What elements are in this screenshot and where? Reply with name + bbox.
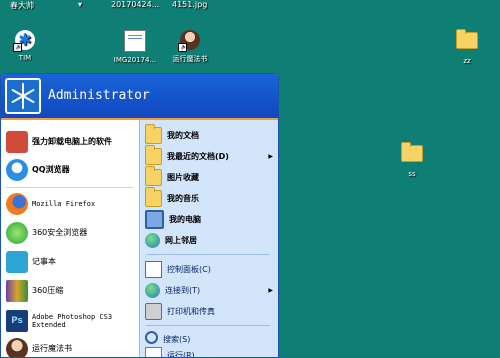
place-label: 搜索(S) (163, 334, 190, 345)
360-zip-icon (6, 280, 28, 302)
desktop-icon-label: zz (437, 57, 497, 65)
program-photoshop[interactable]: Ps Adobe Photoshop CS3 Extended (1, 307, 139, 335)
desktop-icon-label: TIM (0, 54, 55, 62)
uninstaller-icon (6, 131, 28, 153)
program-label: 记事本 (32, 257, 56, 266)
tim-icon: ↗ (15, 30, 35, 50)
place-label: 网上邻居 (165, 235, 197, 246)
snowflake-icon (7, 80, 39, 112)
desktop-icon-img[interactable]: IMG20174... (105, 30, 165, 64)
places-pane: 我的文档 我最近的文档(D) ▶ 图片收藏 我的音乐 我的电脑 网上邻居 (139, 120, 279, 357)
place-connect-to[interactable]: 连接到(T) ▶ (145, 281, 273, 299)
program-firefox[interactable]: Mozilla Firefox (1, 191, 139, 217)
program-360-zip[interactable]: 360压缩 (1, 278, 139, 304)
program-label: 运行魔法书 (32, 344, 72, 353)
connect-icon (145, 283, 160, 298)
place-label: 我的电脑 (169, 214, 201, 225)
program-notepad[interactable]: 记事本 (1, 249, 139, 275)
place-run[interactable]: 运行(R)... (145, 349, 273, 358)
network-icon (145, 233, 160, 248)
user-avatar[interactable] (5, 78, 41, 114)
place-network[interactable]: 网上邻居 (145, 231, 273, 249)
program-label: 强力卸载电脑上的软件 (32, 137, 112, 146)
top-label-2[interactable]: ▾ (78, 0, 82, 9)
desktop-icon-ss[interactable]: ss (382, 145, 442, 178)
place-label: 控制面板(C) (167, 264, 211, 275)
top-row-labels: 春大帅 ▾ 20170424... 4151.jpg (0, 0, 500, 12)
program-uninstaller[interactable]: 强力卸载电脑上的软件 (1, 130, 139, 154)
360-browser-icon (6, 222, 28, 244)
image-file-icon (124, 30, 146, 52)
top-label-1[interactable]: 春大帅 (10, 0, 34, 11)
photoshop-icon: Ps (6, 310, 28, 332)
program-360-browser[interactable]: 360安全浏览器 (1, 220, 139, 246)
desktop-icon-tim[interactable]: ↗ TIM (0, 30, 55, 62)
program-label: Adobe Photoshop CS3 Extended (32, 313, 127, 329)
firefox-icon (6, 193, 28, 215)
folder-icon (401, 145, 423, 162)
divider (146, 254, 270, 255)
place-printers[interactable]: 打印机和传真 (145, 302, 273, 320)
place-my-computer[interactable]: 我的电脑 (145, 210, 273, 228)
place-label: 运行(R)... (167, 350, 202, 358)
printer-icon (145, 303, 162, 320)
program-label: QQ浏览器 (32, 165, 70, 174)
program-qq-browser[interactable]: QQ浏览器 (1, 158, 139, 182)
qq-browser-icon (6, 159, 28, 181)
program-label: Mozilla Firefox (32, 200, 95, 208)
user-name: Administrator (48, 88, 150, 103)
folder-icon (145, 127, 162, 144)
control-panel-icon (145, 261, 162, 278)
place-my-pictures[interactable]: 图片收藏 (145, 168, 273, 186)
program-magic-book[interactable]: 运行魔法书 (1, 338, 139, 358)
place-my-music[interactable]: 我的音乐 (145, 189, 273, 207)
place-recent-documents[interactable]: 我最近的文档(D) ▶ (145, 147, 273, 165)
pictures-folder-icon (145, 169, 162, 186)
program-label: 360安全浏览器 (32, 228, 87, 237)
folder-icon (456, 32, 478, 49)
magic-book-icon (6, 338, 28, 358)
run-icon (145, 347, 162, 358)
place-label: 图片收藏 (167, 172, 199, 183)
submenu-arrow-icon: ▶ (268, 287, 273, 294)
desktop-icon-zz[interactable]: zz (437, 32, 497, 65)
place-label: 我的音乐 (167, 193, 199, 204)
program-label: 360压缩 (32, 286, 63, 295)
notepad-icon (6, 251, 28, 273)
desktop-icon-label: ss (382, 170, 442, 178)
place-label: 打印机和传真 (167, 306, 215, 317)
place-search[interactable]: 搜索(S) (145, 330, 273, 348)
music-folder-icon (145, 190, 162, 207)
divider (5, 187, 133, 188)
desktop: 春大帅 ▾ 20170424... 4151.jpg ↗ TIM IMG2017… (0, 0, 500, 356)
place-label: 我的文档 (167, 130, 199, 141)
divider (146, 325, 270, 326)
place-my-documents[interactable]: 我的文档 (145, 126, 273, 144)
submenu-arrow-icon: ▶ (268, 153, 273, 160)
start-menu-header: Administrator (1, 74, 278, 120)
desktop-icon-label: IMG20174... (105, 56, 165, 64)
top-label-3[interactable]: 20170424... (111, 0, 159, 9)
magic-book-icon: ↗ (180, 30, 200, 50)
place-control-panel[interactable]: 控制面板(C) (145, 260, 273, 278)
computer-icon (145, 210, 164, 229)
start-menu: Administrator 强力卸载电脑上的软件 QQ浏览器 Mozilla F… (0, 73, 279, 358)
recent-folder-icon (145, 148, 162, 165)
desktop-icon-magic-book[interactable]: ↗ 运行魔法书 (160, 30, 220, 64)
place-label: 连接到(T) (165, 285, 200, 296)
programs-pane: 强力卸载电脑上的软件 QQ浏览器 Mozilla Firefox 360安全浏览… (1, 120, 139, 357)
place-label: 我最近的文档(D) (167, 151, 229, 162)
top-label-4[interactable]: 4151.jpg (172, 0, 207, 9)
desktop-icon-label: 运行魔法书 (160, 54, 220, 64)
search-icon (145, 331, 158, 344)
